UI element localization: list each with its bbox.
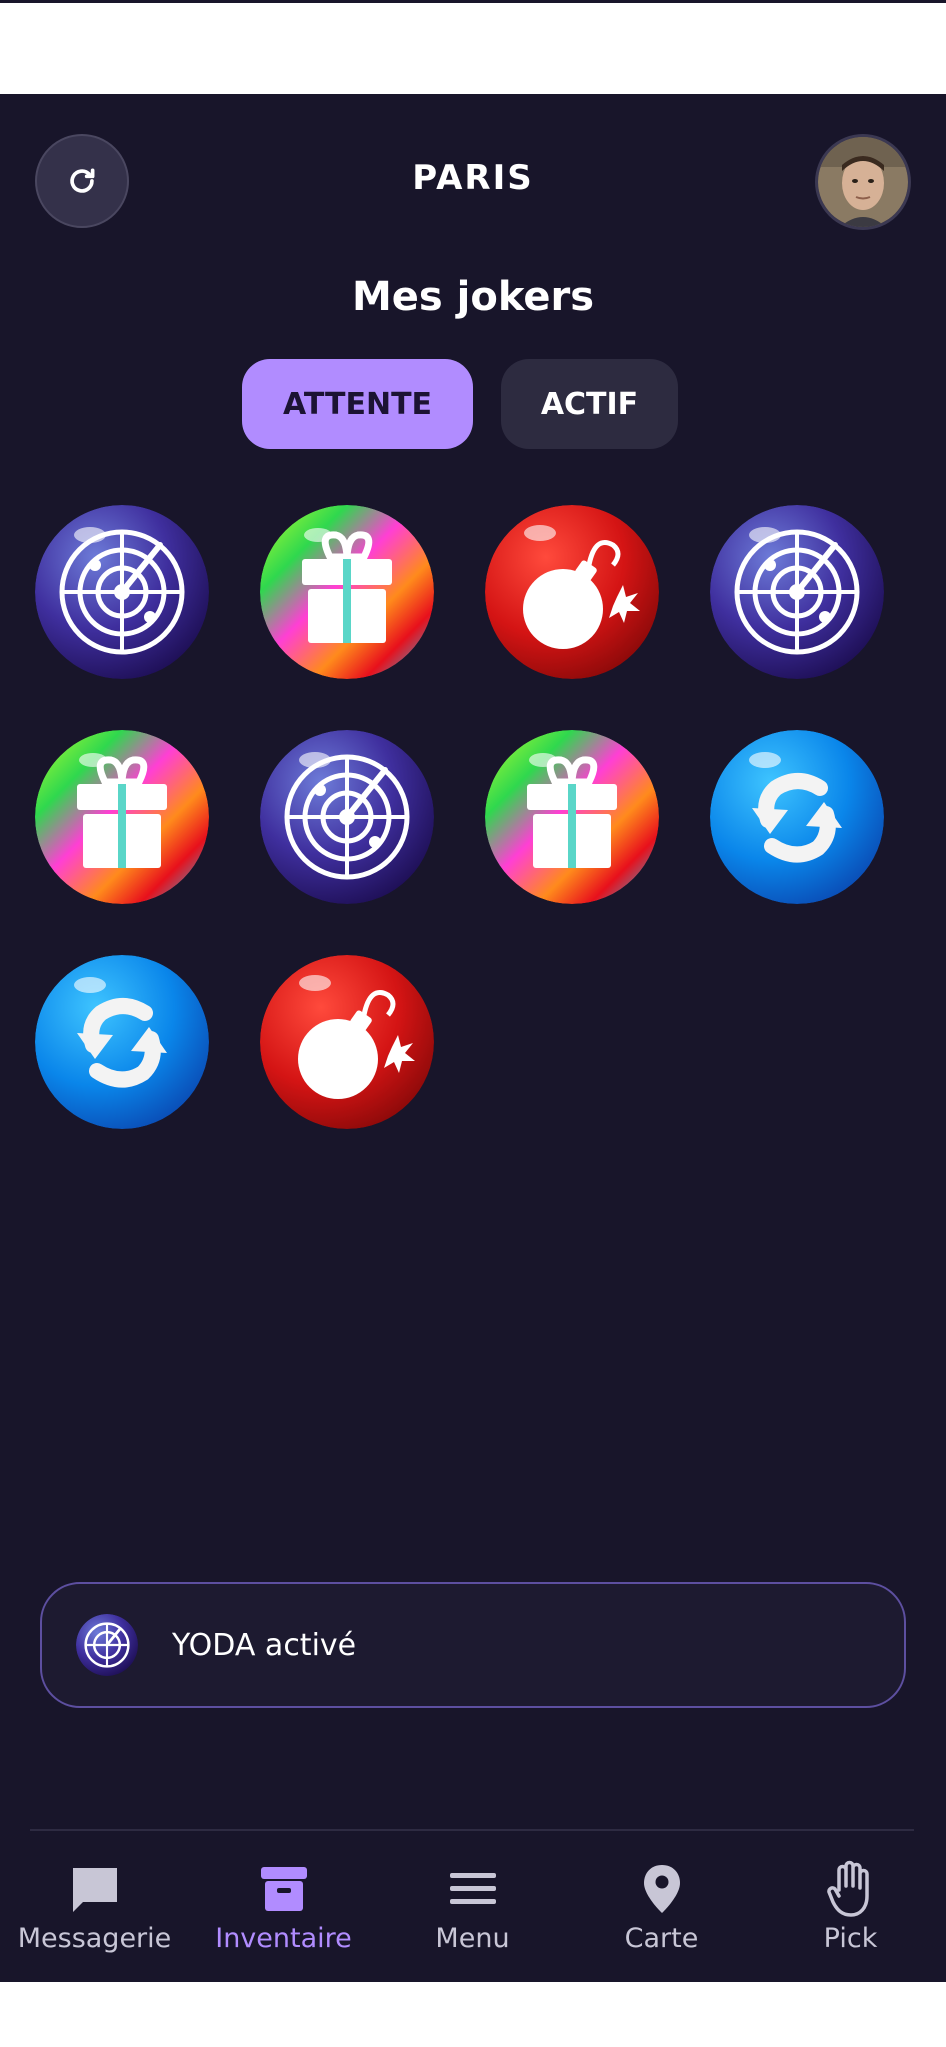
bomb-icon [485, 505, 659, 679]
page-title: Mes jokers [351, 274, 595, 320]
nav-label: Inventaire [215, 1923, 352, 1954]
nav-label: Pick [823, 1923, 878, 1954]
menu-icon [449, 1861, 496, 1917]
app-screen: PARIS Mes jokers ATTENTE ACTIF YODA acti… [0, 94, 946, 1982]
user-photo [818, 137, 908, 227]
nav-messagerie[interactable]: Messagerie [0, 1839, 189, 1969]
city-title: PARIS [412, 158, 534, 198]
nav-label: Messagerie [17, 1923, 172, 1954]
joker-gift[interactable] [260, 505, 434, 679]
swap-icon [35, 955, 209, 1129]
joker-gift[interactable] [485, 730, 659, 904]
gift-icon [35, 730, 209, 904]
toast-text: YODA activé [172, 1627, 357, 1663]
radar-icon [35, 505, 209, 679]
radar-icon [76, 1614, 138, 1676]
radar-icon [260, 730, 434, 904]
gift-icon [260, 505, 434, 679]
archive-icon [259, 1861, 309, 1917]
status-bar-edge [0, 0, 946, 3]
swap-icon [710, 730, 884, 904]
joker-swap[interactable] [710, 730, 884, 904]
tab-actif[interactable]: ACTIF [501, 359, 678, 449]
nav-inventaire[interactable]: Inventaire [189, 1839, 378, 1969]
tab-attente[interactable]: ATTENTE [242, 359, 473, 449]
nav-label: Menu [435, 1923, 510, 1954]
nav-pick[interactable]: Pick [756, 1839, 945, 1969]
bomb-icon [260, 955, 434, 1129]
joker-swap[interactable] [35, 955, 209, 1129]
nav-carte[interactable]: Carte [567, 1839, 756, 1969]
joker-radar[interactable] [260, 730, 434, 904]
bottom-nav: Messagerie Inventaire Menu Carte Pick [0, 1839, 946, 1979]
joker-radar[interactable] [35, 505, 209, 679]
joker-bomb[interactable] [260, 955, 434, 1129]
radar-icon [710, 505, 884, 679]
avatar[interactable] [815, 134, 911, 230]
gift-icon [485, 730, 659, 904]
nav-divider [30, 1829, 914, 1831]
joker-bomb[interactable] [485, 505, 659, 679]
joker-gift[interactable] [35, 730, 209, 904]
hand-icon [826, 1860, 875, 1917]
chat-icon [69, 1861, 121, 1917]
joker-radar[interactable] [710, 505, 884, 679]
nav-menu[interactable]: Menu [378, 1839, 567, 1969]
map-pin-icon [642, 1861, 682, 1917]
nav-label: Carte [624, 1923, 699, 1954]
activation-toast: YODA activé [40, 1582, 906, 1708]
